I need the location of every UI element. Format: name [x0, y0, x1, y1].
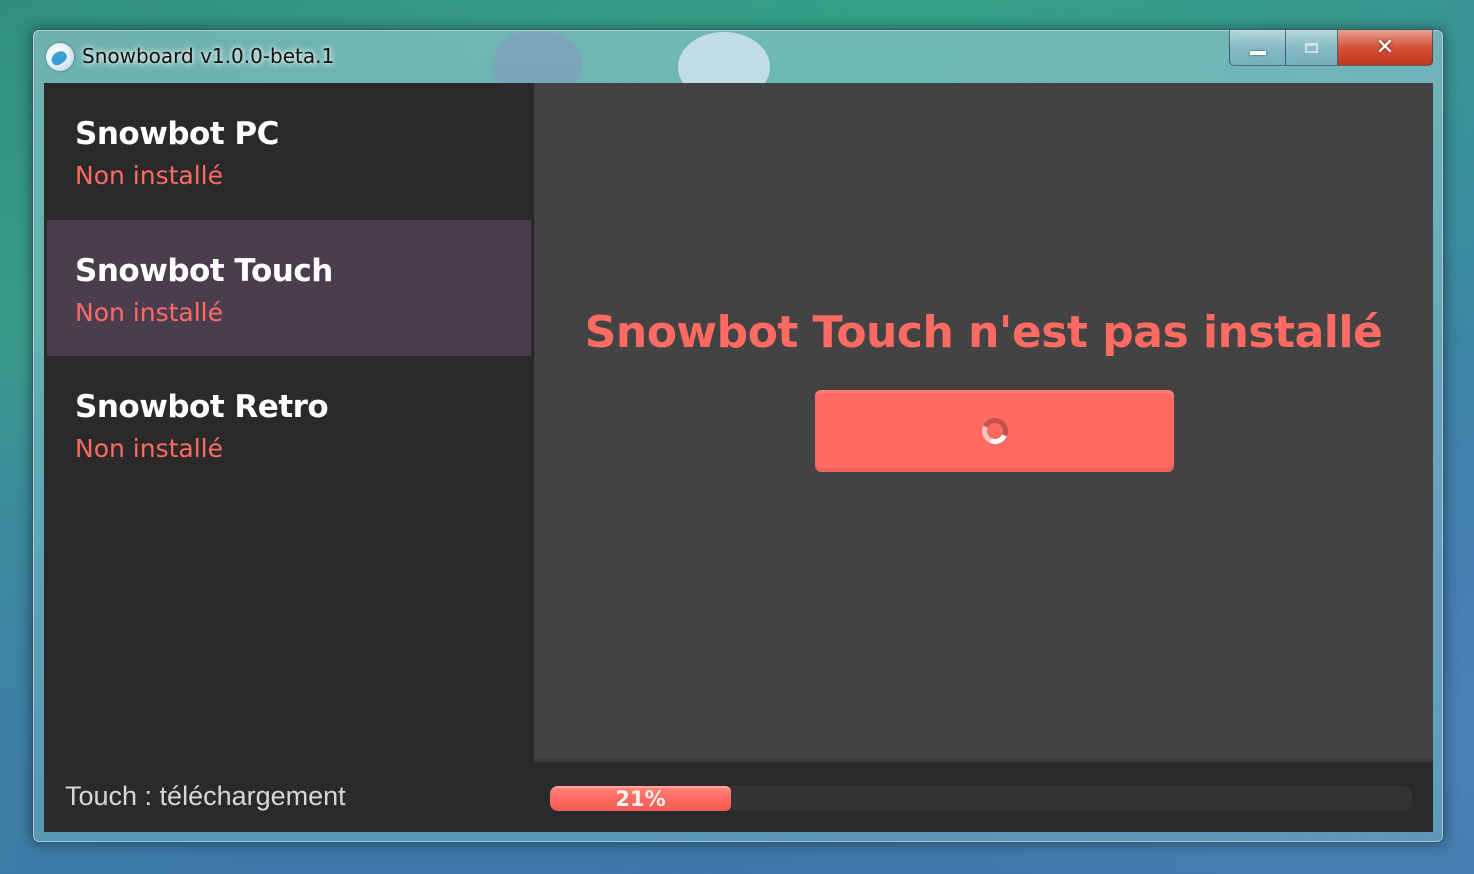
close-icon: ✕	[1375, 35, 1395, 60]
sidebar: Snowbot PC Non installé Snowbot Touch No…	[44, 83, 533, 763]
sidebar-item-name: Snowbot PC	[75, 116, 279, 152]
status-bar: Touch : téléchargement 21%	[44, 763, 1433, 832]
maximize-button[interactable]	[1285, 30, 1338, 66]
minimize-button[interactable]	[1229, 30, 1285, 66]
not-installed-message: Snowbot Touch n'est pas installé	[584, 307, 1383, 358]
sidebar-item-snowbot-retro[interactable]: Snowbot Retro Non installé	[47, 356, 531, 492]
progress-fill: 21%	[550, 786, 732, 811]
spinner-icon	[977, 414, 1012, 448]
app-content: Snowbot PC Non installé Snowbot Touch No…	[44, 83, 1433, 832]
close-button[interactable]: ✕	[1338, 30, 1433, 66]
install-button[interactable]	[815, 390, 1174, 472]
sidebar-item-status: Non installé	[75, 434, 223, 463]
maximize-icon	[1305, 42, 1318, 53]
window-title: Snowboard v1.0.0-beta.1	[82, 44, 335, 68]
sidebar-item-name: Snowbot Touch	[75, 253, 333, 289]
title-bar[interactable]: Snowboard v1.0.0-beta.1 ✕	[33, 30, 1443, 82]
progress-label: 21%	[615, 787, 666, 811]
sidebar-item-snowbot-touch[interactable]: Snowbot Touch Non installé	[47, 220, 531, 356]
app-icon	[46, 43, 74, 71]
minimize-icon	[1249, 50, 1266, 55]
window-controls: ✕	[1229, 30, 1433, 68]
status-text: Touch : téléchargement	[65, 781, 346, 811]
app-window: Snowboard v1.0.0-beta.1 ✕ Snowbot PC Non…	[32, 29, 1444, 843]
sidebar-item-snowbot-pc[interactable]: Snowbot PC Non installé	[47, 83, 531, 219]
download-progress-bar: 21%	[550, 786, 1412, 811]
main-panel: Snowbot Touch n'est pas installé	[534, 83, 1433, 762]
sidebar-item-name: Snowbot Retro	[75, 389, 329, 425]
sidebar-item-status: Non installé	[75, 298, 223, 327]
sidebar-item-status: Non installé	[75, 161, 223, 190]
